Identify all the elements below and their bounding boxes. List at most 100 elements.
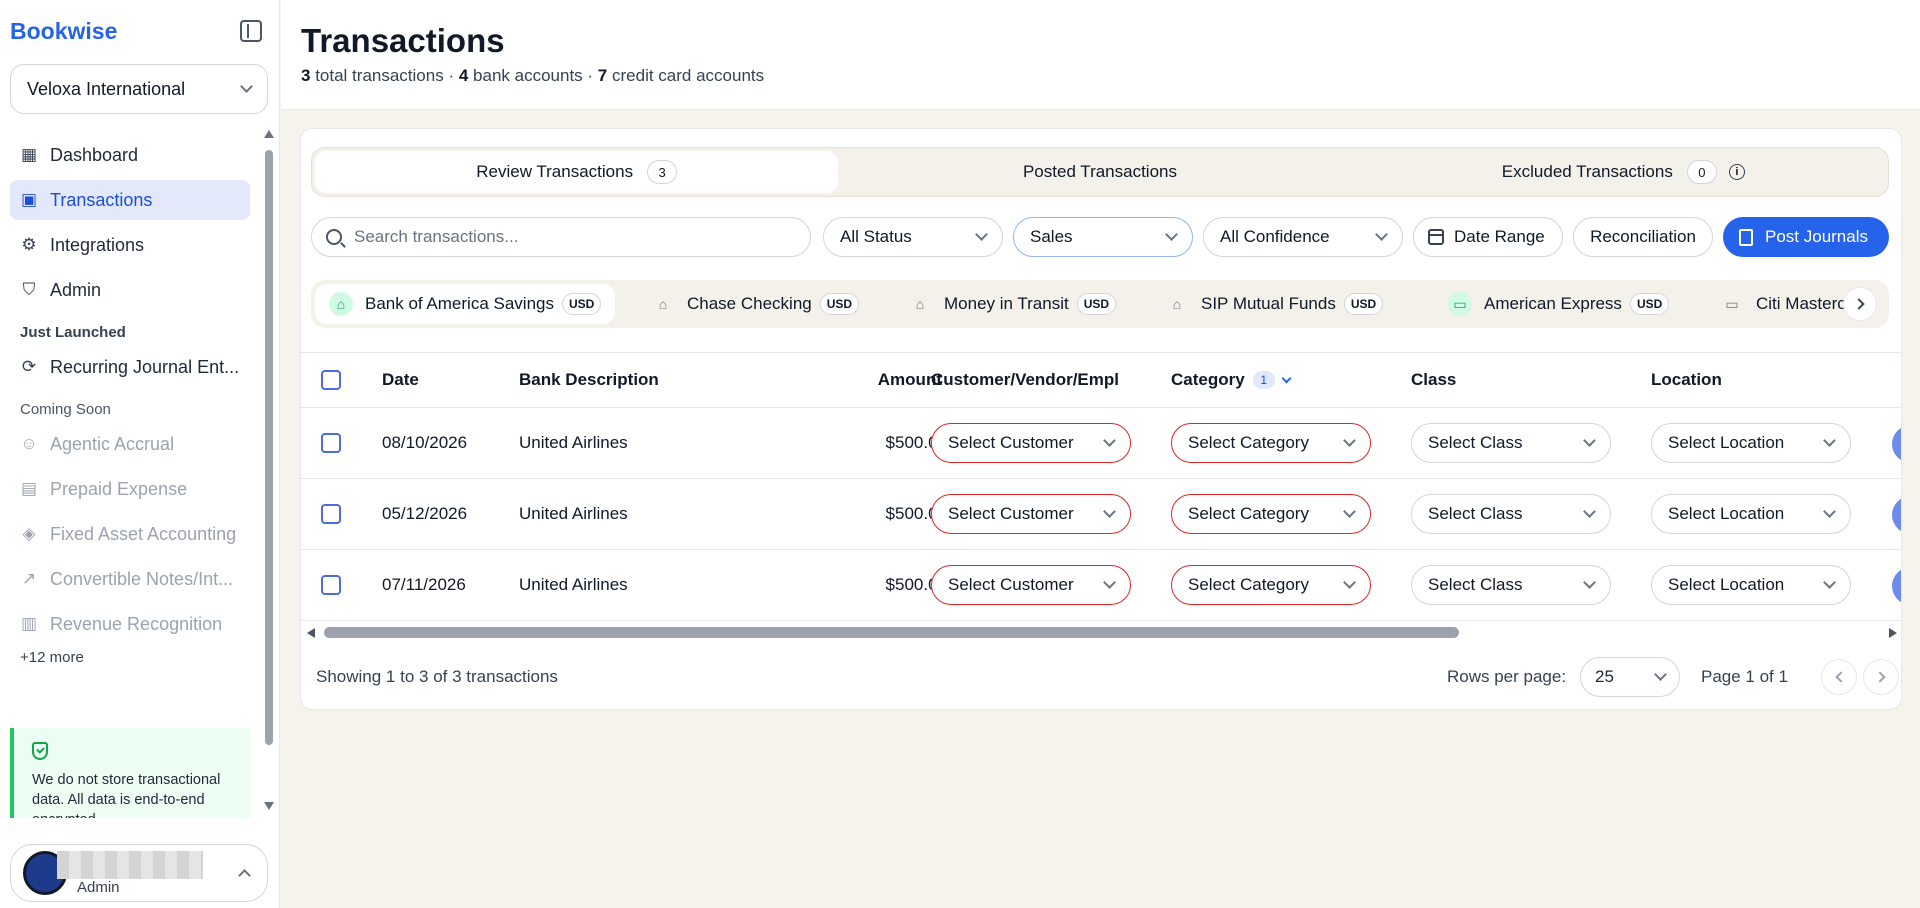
info-icon[interactable]: i bbox=[1728, 164, 1745, 180]
scroll-left-icon[interactable] bbox=[307, 628, 315, 638]
document-icon bbox=[1739, 228, 1753, 246]
next-page-button[interactable] bbox=[1863, 659, 1899, 695]
category-select[interactable]: Select Category bbox=[1171, 494, 1371, 534]
row-checkbox[interactable] bbox=[321, 575, 341, 595]
chevron-down-icon bbox=[1343, 505, 1356, 518]
trend-icon: ↗ bbox=[21, 569, 37, 588]
row-checkbox[interactable] bbox=[321, 433, 341, 453]
post-journals-button[interactable]: Post Journals bbox=[1723, 217, 1889, 257]
category-header-label: Category bbox=[1171, 370, 1245, 389]
column-header-date[interactable]: Date bbox=[382, 353, 419, 407]
column-header-customer[interactable]: Customer/Vendor/Empl bbox=[931, 353, 1131, 407]
column-header-description[interactable]: Bank Description bbox=[519, 353, 659, 407]
stat-total: 3 bbox=[301, 66, 311, 85]
credit-card-icon: ▭ bbox=[1725, 295, 1739, 312]
org-selector-label: Veloxa International bbox=[27, 78, 186, 99]
account-chip[interactable]: ⌂ Bank of America Savings USD bbox=[315, 284, 616, 324]
table-header: Date Bank Description Amount Customer/Ve… bbox=[301, 352, 1901, 408]
chevron-down-icon[interactable] bbox=[1281, 373, 1292, 383]
sidebar-toggle-icon[interactable] bbox=[240, 20, 262, 42]
user-menu[interactable]: Admin bbox=[10, 844, 268, 902]
dashboard-icon: ▦ bbox=[20, 145, 38, 164]
accounts-next-button[interactable] bbox=[1843, 287, 1877, 321]
column-header-class[interactable]: Class bbox=[1411, 353, 1456, 407]
row-amount: $500.00 bbox=[885, 504, 947, 523]
customer-select[interactable]: Select Customer bbox=[931, 565, 1131, 605]
bank-icon: ⌂ bbox=[1172, 296, 1182, 312]
account-chip[interactable]: ⌂ Chase Checking USD bbox=[637, 284, 873, 324]
location-select[interactable]: Select Location bbox=[1651, 565, 1851, 605]
date-range-label: Date Range bbox=[1454, 227, 1545, 246]
class-select-value: Select Class bbox=[1428, 433, 1523, 452]
shield-icon: ⛉ bbox=[22, 280, 36, 299]
account-chip[interactable]: ▭ American Express USD bbox=[1434, 284, 1683, 324]
search-input[interactable] bbox=[354, 227, 794, 247]
currency-badge: USD bbox=[1076, 293, 1117, 315]
chevron-left-icon bbox=[1834, 671, 1847, 683]
sidebar-item-integrations[interactable]: ⚙ Integrations bbox=[10, 225, 250, 265]
customer-select[interactable]: Select Customer bbox=[931, 494, 1131, 534]
location-select-value: Select Location bbox=[1668, 504, 1785, 523]
location-select[interactable]: Select Location bbox=[1651, 494, 1851, 534]
sidebar-item-label: Transactions bbox=[50, 189, 153, 210]
page-indicator: Page 1 of 1 bbox=[1701, 667, 1788, 686]
column-header-location[interactable]: Location bbox=[1651, 353, 1722, 407]
location-select[interactable]: Select Location bbox=[1651, 423, 1851, 463]
tab-posted-transactions[interactable]: Posted Transactions bbox=[838, 151, 1361, 193]
tab-review-transactions[interactable]: Review Transactions 3 bbox=[315, 151, 839, 193]
category-select[interactable]: Select Category bbox=[1171, 565, 1371, 605]
account-name: Bank of America Savings bbox=[365, 294, 554, 313]
class-select[interactable]: Select Class bbox=[1411, 423, 1611, 463]
search-icon bbox=[326, 229, 342, 245]
class-select-value: Select Class bbox=[1428, 575, 1523, 594]
scroll-thumb[interactable] bbox=[324, 627, 1459, 638]
section-label-just-launched: Just Launched bbox=[20, 324, 126, 341]
customer-select[interactable]: Select Customer bbox=[931, 423, 1131, 463]
row-action-button[interactable] bbox=[1892, 425, 1901, 463]
brand-logo[interactable]: Bookwise bbox=[10, 18, 117, 45]
column-header-category[interactable]: Category 1 bbox=[1171, 353, 1292, 407]
refresh-icon: ⟳ bbox=[21, 357, 37, 376]
column-header-amount[interactable]: Amount bbox=[819, 353, 942, 407]
more-link[interactable]: +12 more bbox=[10, 649, 250, 666]
bank-icon: ⌂ bbox=[915, 296, 925, 312]
account-chip[interactable]: ⌂ SIP Mutual Funds USD bbox=[1151, 284, 1397, 324]
chevron-down-icon bbox=[975, 228, 988, 241]
sidebar-item-transactions[interactable]: ▣ Transactions bbox=[10, 180, 250, 220]
table-horizontal-scrollbar[interactable] bbox=[301, 623, 1901, 643]
scroll-thumb[interactable] bbox=[265, 150, 273, 745]
row-action-button[interactable] bbox=[1892, 496, 1901, 534]
reconciliation-button[interactable]: Reconciliation bbox=[1573, 217, 1713, 257]
org-selector[interactable]: Veloxa International bbox=[10, 64, 268, 114]
page-header: Transactions 3 total transactions · 4 ba… bbox=[281, 0, 1920, 110]
class-select[interactable]: Select Class bbox=[1411, 565, 1611, 605]
row-date: 07/11/2026 bbox=[382, 575, 466, 594]
stat-total-label: total transactions · bbox=[315, 66, 455, 85]
row-amount: $500.00 bbox=[885, 575, 947, 594]
status-filter[interactable]: All Status bbox=[823, 217, 1003, 257]
tab-excluded-transactions[interactable]: Excluded Transactions 0 i bbox=[1362, 151, 1885, 193]
chevron-down-icon bbox=[240, 80, 253, 93]
sidebar-nav: ▦ Dashboard ▣ Transactions ⚙ Integration… bbox=[10, 135, 250, 666]
row-date: 08/10/2026 bbox=[382, 433, 468, 452]
type-filter[interactable]: Sales bbox=[1013, 217, 1193, 257]
sidebar-scrollbar[interactable] bbox=[264, 130, 274, 810]
class-select[interactable]: Select Class bbox=[1411, 494, 1611, 534]
sidebar-item-dashboard[interactable]: ▦ Dashboard bbox=[10, 135, 250, 175]
date-range-button[interactable]: Date Range bbox=[1413, 217, 1563, 257]
rows-per-page-select[interactable]: 25 bbox=[1580, 657, 1680, 697]
sidebar-item-admin[interactable]: ⛉ Admin bbox=[10, 270, 250, 310]
scroll-up-icon[interactable] bbox=[264, 130, 274, 138]
select-all-checkbox[interactable] bbox=[321, 370, 341, 390]
row-action-button[interactable] bbox=[1892, 567, 1901, 605]
chevron-down-icon bbox=[1823, 576, 1836, 589]
row-checkbox[interactable] bbox=[321, 504, 341, 524]
sidebar-item-recurring-journal[interactable]: ⟳ Recurring Journal Ent... bbox=[10, 347, 250, 387]
bank-icon: ⌂ bbox=[658, 296, 668, 312]
scroll-down-icon[interactable] bbox=[264, 802, 274, 810]
category-select[interactable]: Select Category bbox=[1171, 423, 1371, 463]
scroll-right-icon[interactable] bbox=[1889, 628, 1897, 638]
confidence-filter[interactable]: All Confidence bbox=[1203, 217, 1403, 257]
previous-page-button[interactable] bbox=[1821, 659, 1857, 695]
account-chip[interactable]: ⌂ Money in Transit USD bbox=[894, 284, 1130, 324]
